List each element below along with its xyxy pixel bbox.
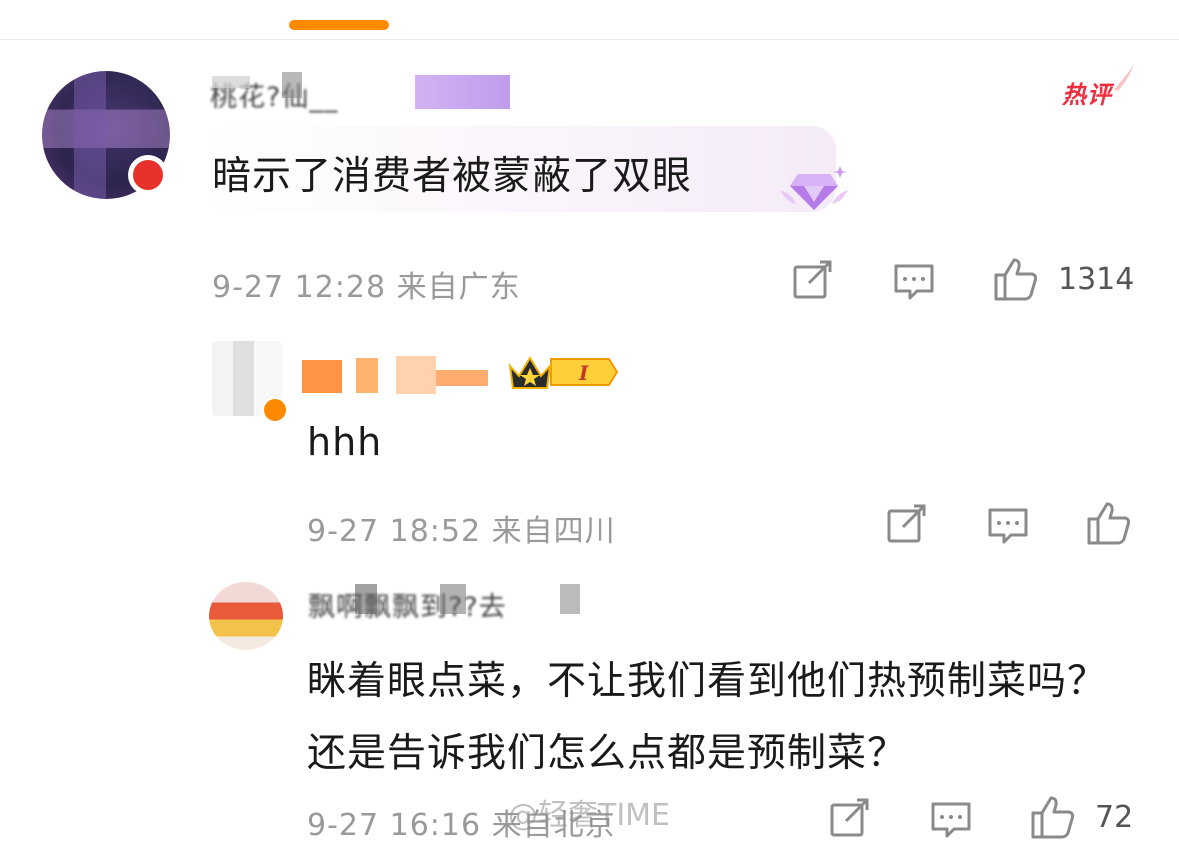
avatar[interactable] [209, 582, 283, 650]
level-badge-text: I [578, 361, 589, 385]
comment-text: 暗示了消费者被蒙蔽了双眼 [212, 154, 693, 199]
comment-icon[interactable] [987, 505, 1029, 547]
pixelation-block [560, 584, 580, 614]
repost-icon[interactable] [886, 503, 928, 545]
pixelation-block [415, 75, 510, 109]
top-divider [0, 39, 1179, 40]
comment-meta: 9-27 18:52 来自四川 [307, 514, 616, 549]
like-count: 72 [1095, 800, 1134, 835]
comment-meta: 9-27 12:28 来自广东 [212, 270, 521, 305]
pixelation-block [356, 358, 378, 393]
comment-text: hhh [307, 420, 383, 464]
pixelation-block [212, 76, 250, 88]
username-obscured[interactable] [302, 360, 342, 393]
verified-badge-icon [128, 155, 168, 195]
flame-icon [1114, 64, 1134, 91]
like-icon[interactable] [1030, 794, 1076, 840]
username-obscured[interactable]: 飘啊飘飘到??去 [308, 585, 507, 624]
repost-icon[interactable] [792, 259, 834, 301]
like-icon[interactable] [1086, 500, 1132, 546]
like-count: 1314 [1058, 262, 1135, 297]
repost-icon[interactable] [829, 797, 871, 839]
tab-active-indicator [289, 20, 389, 30]
verified-badge-icon [262, 397, 288, 423]
comment-icon[interactable] [930, 799, 972, 841]
hot-comment-badge: 热评 [1062, 81, 1112, 109]
pixelation-block [355, 584, 377, 614]
watermark: @轻奢ТIME [508, 798, 671, 833]
like-icon[interactable] [993, 256, 1039, 302]
comment-icon[interactable] [893, 261, 935, 303]
pixelation-block [282, 72, 302, 98]
comment-text: 眯着眼点菜，不让我们看到他们热预制菜吗？还是告诉我们怎么点都是预制菜？ [307, 659, 1108, 776]
crown-level-badge-icon: I [508, 356, 619, 389]
pixelation-block [396, 356, 436, 394]
diamond-badge-icon [780, 166, 848, 210]
pixelation-block [436, 370, 488, 386]
pixelation-block [440, 584, 466, 614]
